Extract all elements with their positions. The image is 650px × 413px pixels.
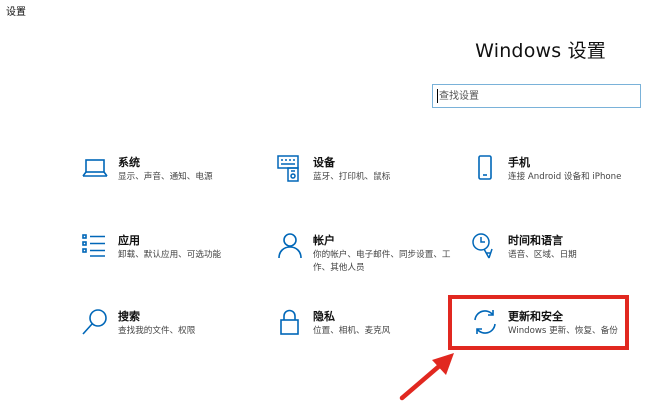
tile-description: 查找我的文件、权限 [118,326,196,336]
person-icon [276,232,304,260]
tile-description: 卸载、默认应用、可选功能 [118,250,222,260]
tile-name: 手机 [508,156,530,169]
apps-list-icon [81,232,109,260]
tile-apps[interactable]: 应用 卸载、默认应用、可选功能 [81,232,271,288]
pointer-arrow-icon [399,353,454,401]
tile-name: 时间和语言 [508,234,563,247]
tile-accounts[interactable]: 帐户 你的帐户、电子邮件、同步设置、工作、其他人员 [276,232,466,288]
tile-name: 隐私 [313,310,335,323]
keyboard-printer-icon [276,154,304,182]
text-caret [437,89,438,103]
tile-description: 位置、相机、麦克风 [313,326,391,336]
tile-description: 语音、区域、日期 [508,250,577,260]
highlight-box [448,295,629,350]
tile-time-language[interactable]: 时间和语言 语音、区域、日期 [471,232,650,288]
search-input[interactable] [439,88,635,104]
tile-description: 显示、声音、通知、电源 [118,172,213,182]
tile-system[interactable]: 系统 显示、声音、通知、电源 [81,154,271,210]
tile-name: 帐户 [313,234,335,247]
search-box[interactable] [432,84,641,108]
tile-name: 系统 [118,156,140,169]
tile-phone[interactable]: 手机 连接 Android 设备和 iPhone [471,154,650,210]
tile-name: 设备 [313,156,335,169]
phone-icon [471,154,499,182]
tile-devices[interactable]: 设备 蓝牙、打印机、鼠标 [276,154,466,210]
page-title: Windows 设置 [475,40,606,62]
tile-description: 你的帐户、电子邮件、同步设置、工作、其他人员 [313,250,451,273]
lock-icon [276,308,304,336]
time-language-icon [471,232,499,260]
tile-description: 蓝牙、打印机、鼠标 [313,172,391,182]
laptop-icon [81,154,109,182]
tile-name: 搜索 [118,310,140,323]
tile-name: 应用 [118,234,140,247]
tile-description: 连接 Android 设备和 iPhone [508,172,622,182]
window-title: 设置 [6,7,26,18]
tile-search[interactable]: 搜索 查找我的文件、权限 [81,308,271,364]
magnifier-icon [81,308,109,336]
